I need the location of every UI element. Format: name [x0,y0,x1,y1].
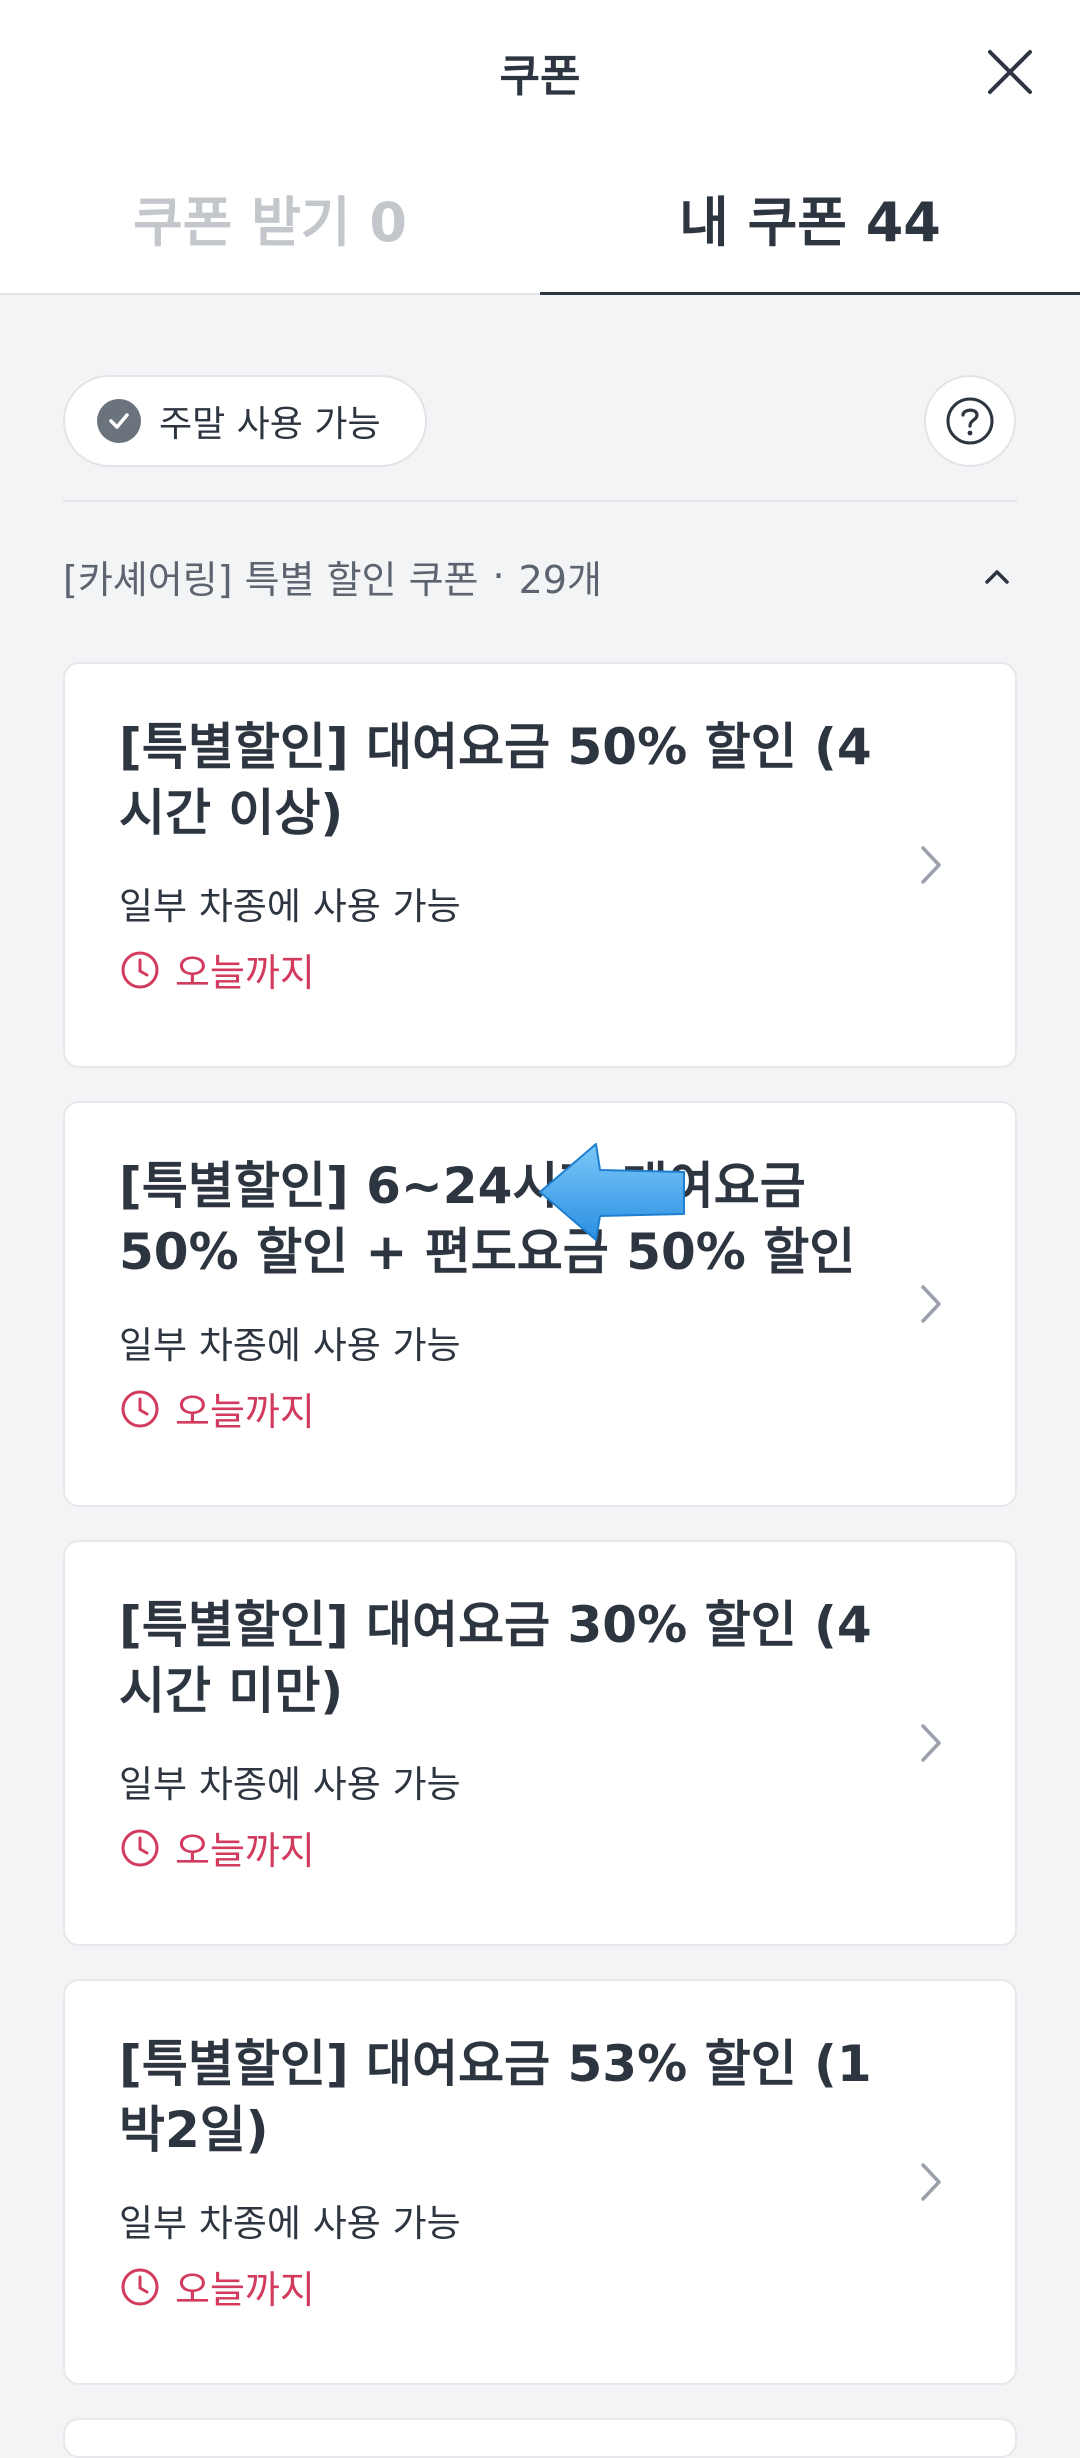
coupon-card[interactable]: [특별할인] 대여요금 53% 할인 (1박2일) 일부 차종에 사용 가능 오… [63,1979,1017,2385]
coupon-description: 일부 차종에 사용 가능 [119,1324,461,1367]
arrow-left-icon [539,1143,685,1241]
coupon-list-area: 주말 사용 가능 [카셰어링] 특별 할인 쿠폰 · 29개 [특별할인] 대여… [0,340,1080,2458]
chevron-right-icon [921,846,941,884]
coupon-card[interactable]: [특별할인] 대여요금 30% 할인 (4시간 미만) 일부 차종에 사용 가능… [63,1540,1017,1946]
coupon-title: [특별할인] 6~24시간 대여요금 50% 할인 + 편도요금 50% 할인 [119,1157,856,1281]
chevron-up-icon[interactable] [977,556,1017,596]
page-title: 쿠폰 [499,51,581,102]
clock-icon [121,1390,159,1427]
expiry-label: 오늘까지 [175,1390,315,1434]
filter-chip-label: 주말 사용 가능 [159,404,381,445]
active-tab-indicator [540,292,1080,295]
section-separator: · [492,554,505,598]
coupon-description: 일부 차종에 사용 가능 [119,2202,461,2245]
coupon-description: 일부 차종에 사용 가능 [119,1763,461,1806]
coupon-expiry: 오늘까지 [119,1381,315,1436]
tab-bar: 쿠폰 받기 0 내 쿠폰 44 [0,140,1080,295]
section-title: [카셰어링] 특별 할인 쿠폰 [63,557,479,602]
clock-icon [121,1829,159,1866]
coupon-title: [특별할인] 대여요금 53% 할인 (1박2일) [119,2035,872,2159]
header: 쿠폰 [0,0,1080,140]
coupon-card[interactable]: [특별할인] 대여요금 50% 할인 (4시간 이상) 일부 차종에 사용 가능… [63,662,1017,1068]
chevron-right-icon [921,2163,941,2201]
help-button[interactable] [924,375,1016,467]
clock-icon [121,951,159,988]
coupon-description: 일부 차종에 사용 가능 [119,885,461,928]
coupon-card[interactable] [63,2418,1017,2458]
tab-receive-coupons[interactable]: 쿠폰 받기 0 [0,140,540,295]
section-count: 29개 [518,557,602,602]
question-icon [946,397,994,445]
chevron-right-icon [921,1285,941,1323]
coupon-expiry: 오늘까지 [119,1820,315,1875]
clock-icon [121,2268,159,2305]
divider [63,500,1017,502]
check-icon [97,399,141,443]
close-icon [988,50,1032,94]
chevron-right-icon [921,1724,941,1762]
coupon-expiry: 오늘까지 [119,942,315,997]
coupon-title: [특별할인] 대여요금 30% 할인 (4시간 미만) [119,1596,872,1720]
expiry-label: 오늘까지 [175,2268,315,2312]
weekend-filter-chip[interactable]: 주말 사용 가능 [63,375,427,467]
coupon-title: [특별할인] 대여요금 50% 할인 (4시간 이상) [119,718,872,842]
expiry-label: 오늘까지 [175,1829,315,1873]
coupon-expiry: 오늘까지 [119,2259,315,2314]
close-button[interactable] [982,44,1038,100]
tab-my-coupons[interactable]: 내 쿠폰 44 [540,140,1080,295]
section-header[interactable]: [카셰어링] 특별 할인 쿠폰 · 29개 [63,530,1017,622]
expiry-label: 오늘까지 [175,951,315,995]
